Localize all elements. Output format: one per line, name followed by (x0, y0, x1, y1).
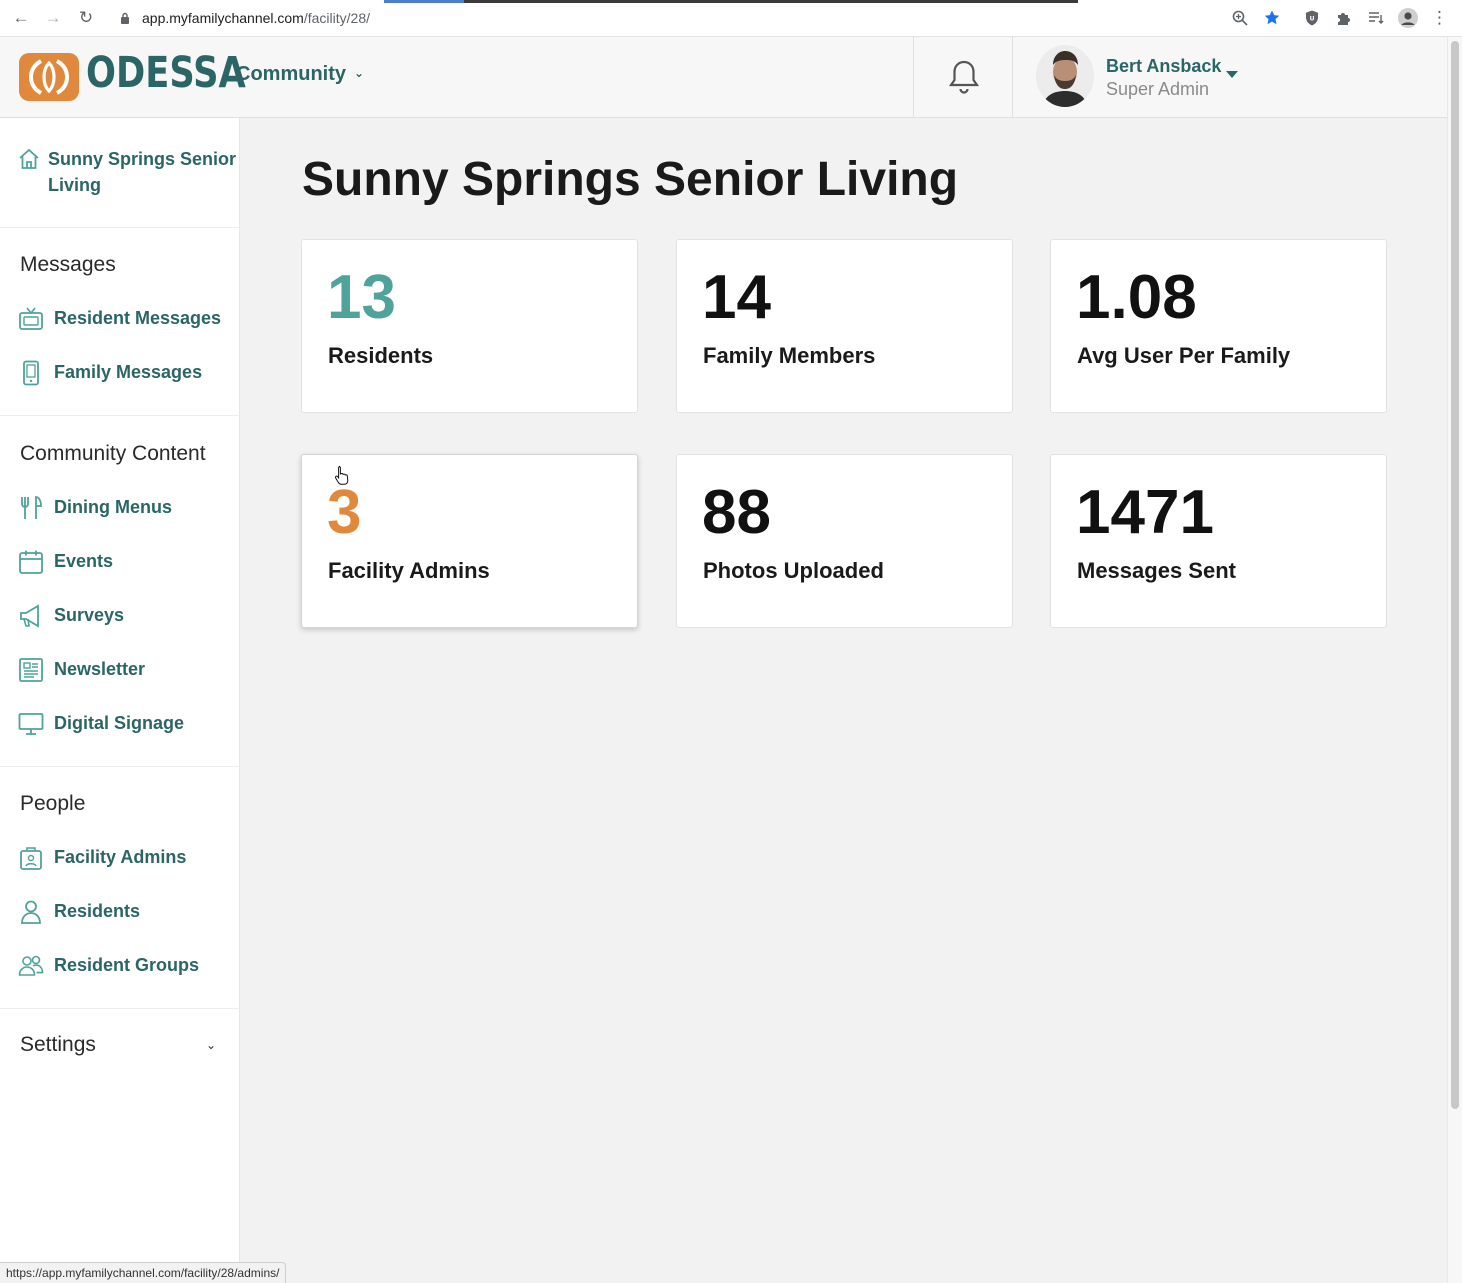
divider (0, 1008, 240, 1009)
section-heading-messages: Messages (20, 253, 116, 276)
monitor-icon (18, 713, 44, 735)
sidebar-item-label: Facility Admins (54, 847, 187, 867)
caret-down-icon[interactable] (1226, 71, 1238, 78)
browser-menu-icon[interactable]: ⋮ (1431, 8, 1448, 28)
sidebar-item-resident-groups[interactable]: Resident Groups (18, 951, 238, 981)
section-heading-community-content: Community Content (20, 442, 206, 465)
sidebar-item-label: Resident Messages (54, 308, 222, 328)
user-name[interactable]: Bert Ansback (1106, 56, 1221, 77)
settings-toggle[interactable]: Settings (20, 1033, 96, 1057)
sidebar-item-events[interactable]: Events (18, 547, 238, 577)
divider (0, 227, 240, 228)
url-text[interactable]: app.myfamilychannel.com/facility/28/ (142, 10, 370, 26)
sidebar-item-label: Residents (54, 901, 141, 921)
section-heading-people: People (20, 792, 86, 815)
stat-value: 14 (702, 263, 771, 332)
forward-arrow-icon[interactable]: → (43, 8, 63, 28)
odessa-logo-mark[interactable] (19, 53, 79, 101)
sidebar: Sunny Springs Senior Living Messages Res… (0, 118, 240, 1283)
odessa-logo-text: ODESSA (86, 48, 246, 98)
sidebar-item-label: Digital Signage (54, 713, 185, 733)
megaphone-icon (20, 604, 39, 628)
notifications-area (913, 37, 1013, 118)
app-header: ODESSA Community ⌄ Bert Ansback Super Adm… (0, 37, 1447, 118)
stat-label: Messages Sent (1077, 558, 1236, 583)
stat-label: Family Members (703, 343, 876, 368)
shield-extension-icon[interactable]: U (1303, 9, 1321, 27)
user-avatar[interactable] (1036, 45, 1094, 107)
fork-knife-icon (21, 496, 42, 519)
mobile-phone-icon (23, 360, 39, 386)
hand-pointer-icon (334, 466, 349, 485)
stat-value: 1.08 (1076, 263, 1197, 332)
divider (0, 415, 240, 416)
page-load-indicator (384, 0, 1078, 3)
id-badge-icon (20, 847, 42, 870)
sidebar-item-dining-menus[interactable]: Dining Menus (18, 493, 238, 523)
page-title: Sunny Springs Senior Living (302, 153, 959, 206)
newspaper-icon (19, 658, 43, 682)
sidebar-item-newsletter[interactable]: Newsletter (18, 655, 238, 685)
stat-card-avg-user-per-family[interactable]: 1.08 Avg User Per Family (1050, 239, 1387, 413)
user-portrait-icon (1036, 45, 1094, 107)
tv-icon (19, 307, 43, 330)
sidebar-item-label: Dining Menus (54, 497, 172, 517)
url-host: app.myfamilychannel.com (142, 10, 304, 26)
page-scrollbar[interactable] (1447, 37, 1462, 1283)
stat-label: Residents (328, 343, 434, 368)
stat-card-messages-sent[interactable]: 1471 Messages Sent (1050, 454, 1387, 628)
people-group-icon (18, 955, 44, 976)
community-dropdown[interactable]: Community ⌄ (236, 63, 364, 86)
browser-toolbar: ← → ↻ app.myfamilychannel.com/facility/2… (0, 0, 1462, 37)
stat-card-photos-uploaded[interactable]: 88 Photos Uploaded (676, 454, 1013, 628)
sidebar-item-family-messages[interactable]: Family Messages (18, 358, 238, 388)
sidebar-item-digital-signage[interactable]: Digital Signage (18, 709, 238, 739)
stat-card-residents[interactable]: 13 Residents (301, 239, 638, 413)
stat-value: 13 (327, 263, 396, 332)
calendar-icon (19, 550, 43, 574)
back-arrow-icon[interactable]: ← (11, 8, 31, 28)
stat-label: Photos Uploaded (703, 558, 884, 583)
sidebar-item-label: Resident Groups (54, 955, 200, 975)
stat-label: Avg User Per Family (1077, 343, 1291, 368)
bookmark-star-icon[interactable] (1263, 9, 1281, 27)
reload-icon[interactable]: ↻ (76, 8, 96, 28)
sidebar-item-label: Surveys (54, 605, 125, 625)
reading-list-icon[interactable] (1367, 9, 1385, 27)
sidebar-item-surveys[interactable]: Surveys (18, 601, 238, 631)
bell-icon[interactable] (948, 59, 980, 95)
stat-label: Facility Admins (328, 558, 490, 583)
stat-value: 3 (327, 478, 362, 547)
extensions-puzzle-icon[interactable] (1335, 9, 1353, 27)
link-status-url: https://app.myfamilychannel.com/facility… (0, 1262, 287, 1283)
stat-card-facility-admins[interactable]: 3 Facility Admins (301, 454, 638, 628)
stat-value: 1471 (1076, 478, 1214, 547)
svg-text:U: U (1310, 16, 1315, 23)
sidebar-item-facility-admins[interactable]: Facility Admins (18, 843, 238, 873)
user-role: Super Admin (1106, 79, 1210, 99)
chevron-down-icon: ⌄ (354, 66, 365, 80)
sidebar-item-label: Events (54, 551, 114, 571)
profile-avatar-icon[interactable] (1398, 8, 1418, 28)
lock-icon (121, 12, 129, 24)
chevron-down-icon[interactable]: ⌄ (206, 1038, 216, 1052)
sidebar-item-residents[interactable]: Residents (18, 897, 238, 927)
stat-value: 88 (702, 478, 771, 547)
sidebar-item-resident-messages[interactable]: Resident Messages (18, 304, 238, 334)
community-dropdown-label: Community (236, 63, 346, 85)
zoom-icon[interactable] (1231, 9, 1249, 27)
sidebar-item-label: Newsletter (54, 659, 146, 679)
url-path: /facility/28/ (303, 10, 370, 26)
sidebar-item-label: Family Messages (54, 362, 203, 382)
address-bar[interactable]: app.myfamilychannel.com/facility/28/ (108, 5, 1296, 32)
sidebar-home-label: Sunny Springs Senior Living (48, 149, 237, 195)
stat-card-family-members[interactable]: 14 Family Members (676, 239, 1013, 413)
home-icon (19, 148, 39, 169)
scrollbar-thumb[interactable] (1451, 41, 1459, 1109)
person-icon (21, 900, 41, 924)
divider (0, 766, 240, 767)
